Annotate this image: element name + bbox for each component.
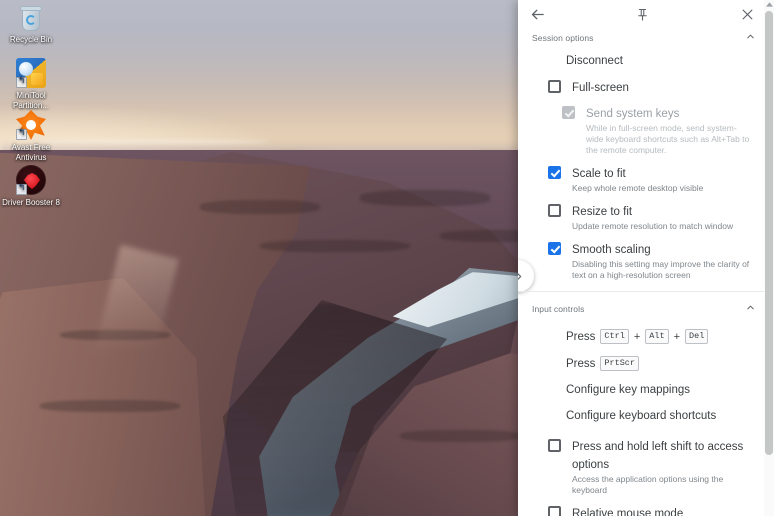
scale-to-fit-checkbox[interactable]	[548, 166, 561, 179]
press-prtscr-button[interactable]: Press PrtScr	[518, 350, 768, 377]
option-label: Resize to fit	[572, 206, 633, 218]
full-screen-checkbox[interactable]	[548, 80, 561, 93]
shortcut-arrow-icon	[16, 129, 27, 140]
wallpaper-rock-texture	[400, 430, 520, 442]
driver-booster-icon	[16, 165, 46, 195]
pin-icon	[637, 8, 647, 21]
desktop-icon-label: Driver Booster 8	[2, 198, 60, 207]
wallpaper-rock-texture	[260, 240, 410, 252]
press-label: Press	[566, 330, 596, 343]
back-arrow-icon	[531, 9, 544, 19]
wallpaper-rock-texture	[360, 190, 490, 206]
shortcut-arrow-icon	[16, 77, 27, 88]
option-text: Full-screen	[572, 78, 629, 96]
relative-mouse-mode-checkbox[interactable]	[548, 506, 561, 516]
close-icon	[742, 9, 752, 19]
left-shift-access-checkbox[interactable]	[548, 439, 561, 452]
option-label: Send system keys	[586, 108, 680, 120]
section-header-input-controls[interactable]: Input controls	[518, 299, 768, 319]
plus-separator: +	[633, 330, 641, 343]
section-title: Session options	[532, 33, 594, 43]
section-header-session-options[interactable]: Session options	[518, 28, 768, 48]
recycle-bin-icon	[18, 4, 44, 32]
desktop-icon-minitool-partition[interactable]: MiniTool Partition...	[2, 58, 60, 111]
key-ctrl: Ctrl	[600, 329, 629, 344]
back-button[interactable]	[526, 3, 548, 25]
chevron-up-icon	[745, 302, 756, 316]
option-description: Update remote resolution to match window	[572, 221, 734, 231]
pin-panel-button[interactable]	[631, 3, 653, 25]
remote-desktop-screen: Recycle Bin MiniTool Partition... Avast …	[0, 0, 774, 516]
option-label: Relative mouse mode	[572, 508, 684, 516]
option-description: Keep whole remote desktop visible	[572, 183, 704, 193]
panel-scrollbar-thumb[interactable]	[765, 11, 773, 455]
panel-scrollbar-track[interactable]	[764, 0, 774, 516]
option-label: Smooth scaling	[572, 244, 651, 256]
desktop-icon-driver-booster[interactable]: Driver Booster 8	[2, 165, 60, 208]
option-text: Scale to fit Keep whole remote desktop v…	[572, 164, 703, 194]
plus-separator: +	[673, 330, 680, 343]
option-relative-mouse-mode[interactable]: Relative mouse mode Improves compatibili…	[518, 500, 768, 516]
desktop-icon-label: Recycle Bin	[9, 35, 53, 44]
session-options-panel: Session options Disconnect Full-screen S…	[518, 0, 774, 516]
panel-header	[518, 0, 768, 28]
wallpaper-rock-texture	[40, 400, 180, 412]
key-del: Del	[685, 329, 709, 344]
option-text: Relative mouse mode Improves compatibili…	[572, 504, 754, 516]
option-send-system-keys: Send system keys While in full-screen mo…	[518, 100, 768, 160]
option-scale-to-fit[interactable]: Scale to fit Keep whole remote desktop v…	[518, 160, 768, 198]
scroll-up-arrow-icon[interactable]	[764, 0, 774, 9]
press-label: Press	[566, 357, 596, 370]
option-description: Disabling this setting may improve the c…	[572, 259, 750, 280]
key-prtscr: PrtScr	[600, 356, 640, 371]
option-label: Scale to fit	[572, 168, 626, 180]
section-divider	[518, 291, 768, 292]
section-title: Input controls	[532, 304, 585, 314]
option-resize-to-fit[interactable]: Resize to fit Update remote resolution t…	[518, 198, 768, 236]
option-full-screen[interactable]: Full-screen	[518, 74, 768, 100]
wallpaper-rock-texture	[200, 200, 320, 214]
configure-keyboard-shortcuts-button[interactable]: Configure keyboard shortcuts	[518, 403, 768, 429]
option-text: Smooth scaling Disabling this setting ma…	[572, 240, 754, 281]
option-text: Press and hold left shift to access opti…	[572, 437, 754, 496]
panel-scroll-region: Session options Disconnect Full-screen S…	[518, 0, 768, 516]
press-ctrl-alt-del-button[interactable]: Press Ctrl + Alt + Del	[518, 323, 768, 350]
option-description: While in full-screen mode, send system-w…	[586, 123, 750, 155]
shortcut-arrow-icon	[16, 184, 27, 195]
option-label: Press and hold left shift to access opti…	[572, 441, 744, 471]
configure-key-mappings-button[interactable]: Configure key mappings	[518, 377, 768, 403]
smooth-scaling-checkbox[interactable]	[548, 242, 561, 255]
avast-antivirus-icon	[16, 110, 46, 140]
key-alt: Alt	[645, 329, 669, 344]
disconnect-button[interactable]: Disconnect	[518, 48, 768, 74]
send-system-keys-checkbox	[562, 106, 575, 119]
minitool-partition-wizard-icon	[16, 58, 46, 88]
close-panel-button[interactable]	[736, 3, 758, 25]
desktop-icon-label: MiniTool Partition...	[12, 91, 49, 110]
desktop-icon-avast-antivirus[interactable]: Avast Free Antivirus	[2, 110, 60, 163]
resize-to-fit-checkbox[interactable]	[548, 204, 561, 217]
desktop-icon-recycle-bin[interactable]: Recycle Bin	[2, 4, 60, 45]
option-text: Send system keys While in full-screen mo…	[586, 104, 754, 156]
desktop-icon-label: Avast Free Antivirus	[11, 143, 51, 162]
option-left-shift-access[interactable]: Press and hold left shift to access opti…	[518, 433, 768, 500]
chevron-up-icon	[745, 31, 756, 45]
option-label: Full-screen	[572, 82, 629, 94]
option-description: Access the application options using the…	[572, 474, 724, 495]
option-smooth-scaling[interactable]: Smooth scaling Disabling this setting ma…	[518, 236, 768, 285]
option-text: Resize to fit Update remote resolution t…	[572, 202, 733, 232]
